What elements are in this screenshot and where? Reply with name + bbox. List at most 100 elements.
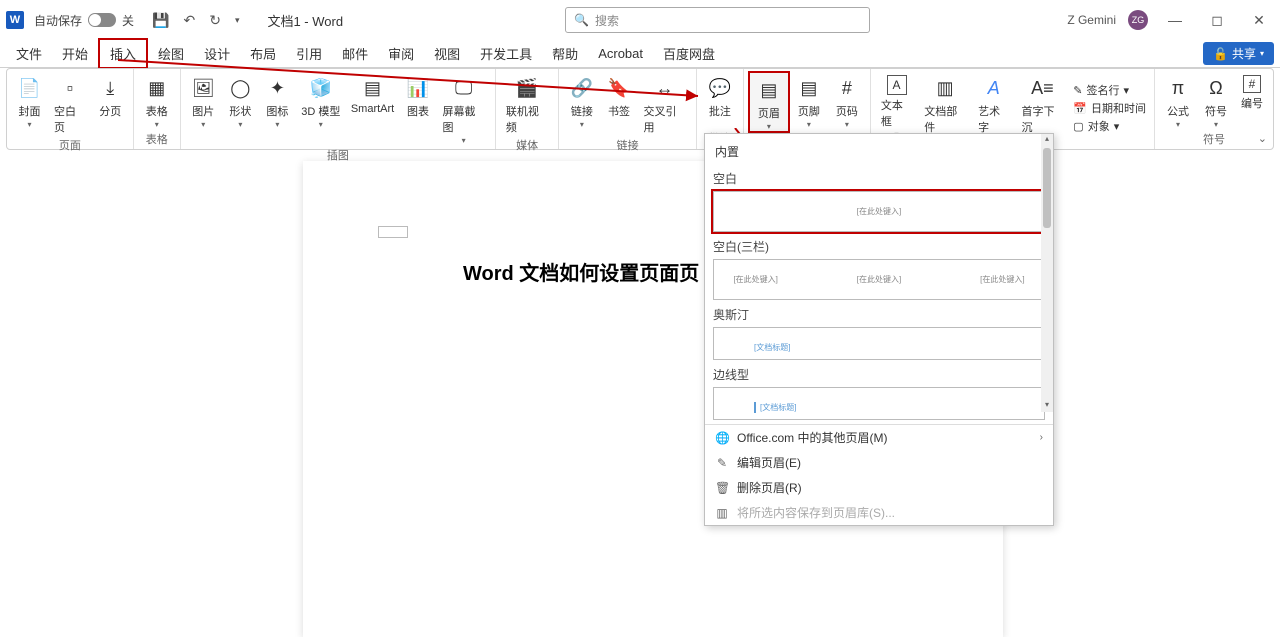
cover-page-button[interactable]: 📄封面▾ — [11, 71, 48, 135]
page-break-button[interactable]: ⤓分页 — [92, 71, 129, 135]
toggle-switch-icon[interactable] — [88, 13, 116, 27]
comment-button[interactable]: 💬批注 — [701, 71, 739, 128]
more-headers-office-button[interactable]: 🌐 Office.com 中的其他页眉(M) › — [705, 425, 1053, 450]
maximize-button[interactable]: ◻ — [1202, 12, 1232, 29]
user-avatar[interactable]: ZG — [1128, 10, 1148, 30]
gallery-item-border-line[interactable]: [文档标题] — [713, 387, 1045, 420]
number-icon: # — [1243, 75, 1261, 93]
undo-icon[interactable]: ↶ — [183, 12, 195, 29]
tab-acrobat[interactable]: Acrobat — [588, 42, 653, 65]
gallery-item-austin[interactable]: [文档标题] — [713, 327, 1045, 360]
smartart-label: SmartArt — [351, 103, 394, 115]
minimize-button[interactable]: — — [1160, 12, 1190, 28]
symbol-button[interactable]: Ω符号▾ — [1197, 71, 1235, 129]
edit-header-button[interactable]: ✎ 编辑页眉(E) — [705, 450, 1053, 475]
user-name[interactable]: Z Gemini — [1067, 13, 1116, 27]
icons-label: 图标 — [266, 103, 288, 119]
textbox-label: 文本框 — [881, 97, 912, 129]
object-button[interactable]: ▢对象▾ — [1073, 118, 1146, 134]
remove-header-button[interactable]: 🗑 删除页眉(R) — [705, 475, 1053, 500]
date-time-button[interactable]: 📅日期和时间 — [1073, 100, 1146, 116]
chevron-down-icon: ▾ — [238, 120, 242, 129]
online-video-button[interactable]: 🎬联机视频 — [500, 71, 555, 135]
header-button[interactable]: ▤页眉▾ — [748, 71, 790, 133]
ribbon: 📄封面▾ ▫空白页 ⤓分页 页面 ▦表格▾ 表格 🖼图片▾ ◯形状▾ ✦图标▾ … — [6, 68, 1274, 150]
text-stack: ✎ 签名行 ▾ 📅日期和时间 ▢对象▾ — [1069, 71, 1150, 145]
3d-models-button[interactable]: 🧊3D 模型▾ — [296, 71, 346, 145]
globe-icon: 🌐 — [715, 431, 729, 445]
chart-button[interactable]: 📊图表 — [399, 71, 436, 145]
tab-view[interactable]: 视图 — [424, 40, 470, 67]
ribbon-collapse-button[interactable]: ⌄ — [1258, 132, 1267, 145]
footer-button[interactable]: ▤页脚▾ — [790, 71, 828, 133]
gallery-item-blank[interactable]: [在此处键入] — [713, 191, 1045, 232]
page-number-button[interactable]: #页码▾ — [828, 71, 866, 133]
signature-label: 签名行 — [1087, 82, 1120, 98]
tab-insert[interactable]: 插入 — [98, 38, 148, 69]
autosave-toggle[interactable]: 自动保存 关 — [34, 12, 134, 29]
drop-cap-icon: A≡ — [1029, 75, 1055, 101]
page-break-icon: ⤓ — [97, 75, 123, 101]
tab-mailings[interactable]: 邮件 — [332, 40, 378, 67]
group-label-pages: 页面 — [11, 135, 129, 156]
chevron-down-icon: ▾ — [807, 120, 811, 129]
screenshot-icon: 🖵 — [451, 75, 477, 101]
autosave-label: 自动保存 — [34, 12, 82, 29]
bookmark-button[interactable]: 🔖书签 — [600, 71, 637, 135]
table-button[interactable]: ▦表格▾ — [138, 71, 176, 129]
cube-icon: 🧊 — [308, 75, 334, 101]
tab-layout[interactable]: 布局 — [240, 40, 286, 67]
signature-icon: ✎ — [1073, 84, 1082, 97]
chevron-down-icon: ▾ — [1214, 120, 1218, 129]
tab-home[interactable]: 开始 — [52, 40, 98, 67]
share-button[interactable]: 🔓 共享 ▾ — [1203, 42, 1274, 65]
tab-devtools[interactable]: 开发工具 — [470, 40, 542, 67]
gallery-section-title: 内置 — [713, 140, 1045, 164]
cross-reference-button[interactable]: ↔交叉引用 — [637, 71, 691, 135]
tab-file[interactable]: 文件 — [6, 40, 52, 67]
gallery-item-blank-3col[interactable]: [在此处键入] [在此处键入] [在此处键入] — [713, 259, 1045, 300]
chevron-down-icon: ▾ — [1124, 84, 1130, 97]
scroll-thumb[interactable] — [1043, 148, 1051, 228]
scroll-down-icon[interactable]: ▾ — [1041, 400, 1053, 412]
chevron-down-icon: ▾ — [1114, 120, 1120, 133]
blank-page-button[interactable]: ▫空白页 — [48, 71, 92, 135]
gallery-scrollbar[interactable]: ▴ ▾ — [1041, 134, 1053, 412]
page-number-label: 页码 — [836, 103, 858, 119]
search-input[interactable]: 🔍 搜索 — [565, 7, 870, 33]
tab-references[interactable]: 引用 — [286, 40, 332, 67]
bookmark-label: 书签 — [608, 103, 630, 119]
close-button[interactable]: ✕ — [1244, 12, 1274, 29]
gallery-item-label: 边线型 — [713, 366, 1045, 383]
link-button[interactable]: 🔗链接▾ — [563, 71, 600, 135]
page-number-icon: # — [834, 75, 860, 101]
save-to-gallery-label: 将所选内容保存到页眉库(S)... — [737, 504, 895, 521]
tab-baidu[interactable]: 百度网盘 — [653, 40, 725, 67]
equation-button[interactable]: π公式▾ — [1159, 71, 1197, 129]
tab-design[interactable]: 设计 — [194, 40, 240, 67]
shapes-label: 形状 — [229, 103, 251, 119]
video-icon: 🎬 — [514, 75, 540, 101]
redo-icon[interactable]: ↻ — [209, 12, 221, 29]
chevron-down-icon: ▾ — [580, 120, 584, 129]
number-button[interactable]: #编号 — [1235, 71, 1269, 129]
chevron-down-icon: ▾ — [275, 120, 279, 129]
online-video-label: 联机视频 — [506, 103, 549, 135]
blank-page-label: 空白页 — [54, 103, 86, 135]
pictures-button[interactable]: 🖼图片▾ — [185, 71, 222, 145]
smartart-button[interactable]: ▤SmartArt — [346, 71, 400, 145]
signature-line-button[interactable]: ✎ 签名行 ▾ — [1073, 82, 1146, 98]
qat-more-icon[interactable]: ▾ — [235, 15, 240, 26]
gallery-item-label: 奥斯汀 — [713, 306, 1045, 323]
screenshot-button[interactable]: 🖵屏幕截图▾ — [436, 71, 490, 145]
tab-draw[interactable]: 绘图 — [148, 40, 194, 67]
ribbon-group-links: 🔗链接▾ 🔖书签 ↔交叉引用 链接 — [559, 69, 696, 149]
shapes-button[interactable]: ◯形状▾ — [222, 71, 259, 145]
save-icon[interactable]: 💾 — [152, 12, 169, 29]
tab-review[interactable]: 审阅 — [378, 40, 424, 67]
footer-label: 页脚 — [798, 103, 820, 119]
comment-icon: 💬 — [707, 75, 733, 101]
scroll-up-icon[interactable]: ▴ — [1041, 134, 1053, 146]
icons-button[interactable]: ✦图标▾ — [259, 71, 296, 145]
tab-help[interactable]: 帮助 — [542, 40, 588, 67]
